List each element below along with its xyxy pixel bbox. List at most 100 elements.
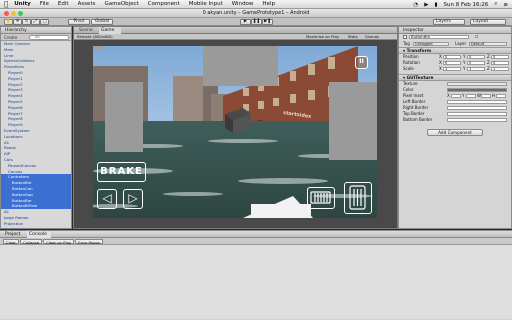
- hierarchy-item-label: ButtonCon: [12, 185, 33, 191]
- minimize-window-icon[interactable]: [11, 11, 16, 16]
- aspect-dropdown[interactable]: Remote (800x480): [77, 34, 113, 40]
- menu-file[interactable]: File: [40, 1, 49, 7]
- console-log-area[interactable]: [0, 245, 512, 319]
- hierarchy-item-label: EventSystem: [4, 127, 30, 133]
- battery-icon[interactable]: ▮: [434, 2, 437, 8]
- transform-y-field[interactable]: 0: [467, 61, 485, 66]
- static-checkbox[interactable]: ☐: [475, 34, 478, 40]
- transform-x-field[interactable]: 1: [443, 67, 461, 72]
- hierarchy-item-label: Projection: [4, 220, 24, 226]
- transform-y-field[interactable]: 0: [467, 55, 485, 60]
- menu-assets[interactable]: Assets: [78, 1, 96, 7]
- object-name-field[interactable]: ButtonBrk: [409, 34, 469, 40]
- transform-row: Scale X 1 Y 1 Z 1: [399, 66, 511, 72]
- pixel-inset-x-field[interactable]: [451, 94, 461, 99]
- wifi-icon[interactable]: ◔: [413, 2, 418, 8]
- transform-z-field[interactable]: 1: [491, 67, 509, 72]
- global-toggle[interactable]: Global: [91, 19, 113, 25]
- tab-hierarchy[interactable]: Hierarchy: [1, 27, 71, 34]
- tab-project[interactable]: Project: [3, 231, 25, 238]
- layout-dropdown[interactable]: Layout: [470, 19, 506, 25]
- transform-x-field[interactable]: 0: [443, 61, 461, 66]
- steer-left-button[interactable]: ◁: [97, 189, 117, 209]
- stats-toggle[interactable]: Stats: [348, 34, 358, 40]
- hierarchy-item-label: ButtonBlFree: [12, 203, 38, 209]
- pixel-inset-y-field[interactable]: [466, 94, 476, 99]
- scale-tool-icon[interactable]: ⤢: [31, 19, 40, 25]
- rect-tool-icon[interactable]: ▢: [40, 19, 49, 25]
- list-icon[interactable]: ≡: [503, 2, 508, 8]
- guitexture-header[interactable]: ▾ GUITexture: [399, 74, 511, 81]
- menu-help[interactable]: Help: [262, 1, 275, 7]
- maximize-on-play-toggle[interactable]: Maximize on Play: [306, 34, 339, 40]
- right-arrow-icon: ▷: [128, 191, 138, 205]
- hierarchy-item-label: Player0: [8, 69, 23, 75]
- hand-tool-icon[interactable]: ✋: [4, 19, 13, 25]
- tab-game[interactable]: Game: [99, 27, 121, 34]
- transform-header[interactable]: ▾ Transform: [399, 47, 511, 54]
- clear-button[interactable]: Clear: [3, 239, 19, 245]
- hierarchy-search[interactable]: All: [29, 35, 69, 40]
- transform-z-field[interactable]: 0: [491, 55, 509, 60]
- menu-gameobject[interactable]: GameObject: [104, 1, 138, 7]
- pixel-inset-h-field[interactable]: [496, 94, 506, 99]
- pivot-toggle[interactable]: Pivot: [68, 19, 90, 25]
- hierarchy-item-label: Player3: [8, 87, 23, 93]
- search-icon[interactable]: ⌕: [494, 1, 497, 8]
- clear-on-play-toggle[interactable]: Clear on Play: [43, 239, 75, 245]
- object-active-checkbox[interactable]: [403, 35, 407, 39]
- transform-z-field[interactable]: 0: [491, 61, 509, 66]
- create-button[interactable]: Create: [4, 35, 17, 40]
- pixel-inset-w-field[interactable]: [481, 94, 491, 99]
- zoom-window-icon[interactable]: [18, 11, 23, 16]
- gas-pedal-button[interactable]: [344, 182, 372, 214]
- hierarchy-item-label: A1: [4, 209, 10, 215]
- apple-icon[interactable]: : [4, 0, 8, 8]
- add-component-button[interactable]: Add Component: [427, 129, 483, 136]
- hierarchy-item-label: Player2: [8, 81, 23, 87]
- pause-game-button[interactable]: II: [355, 56, 368, 69]
- menu-window[interactable]: Window: [232, 1, 254, 7]
- texture-field[interactable]: [447, 82, 507, 87]
- steer-right-button[interactable]: ▷: [123, 189, 143, 209]
- transform-x-field[interactable]: 0: [443, 55, 461, 60]
- border-field[interactable]: [447, 112, 507, 117]
- border-field[interactable]: [447, 106, 507, 111]
- error-pause-toggle[interactable]: Error Pause: [75, 239, 103, 245]
- tab-scene[interactable]: Scene: [77, 27, 99, 34]
- hierarchy-list: Main Camera Main Lime SphereColliders Planet…: [1, 41, 71, 232]
- volume-icon[interactable]: ▶: [424, 2, 428, 8]
- guitexture-row: Bottom Border: [399, 117, 511, 123]
- hierarchy-item-label: Planetlans: [4, 64, 25, 70]
- menu-unity[interactable]: Unity: [14, 1, 30, 7]
- move-tool-icon[interactable]: ✛: [13, 19, 22, 25]
- close-window-icon[interactable]: [4, 11, 9, 16]
- guitexture-row-label: Left Border: [403, 99, 426, 104]
- hierarchy-item-label: Player1: [8, 75, 23, 81]
- border-field[interactable]: [447, 118, 507, 123]
- game-view-toolbar: Remote (800x480) Maximize on Play Stats …: [74, 34, 397, 40]
- layers-dropdown[interactable]: Layers: [433, 19, 465, 25]
- tag-layer-row: Tag Untagged Layer Default: [399, 41, 511, 47]
- play-icon: ▶: [243, 19, 248, 24]
- layer-dropdown[interactable]: Default: [469, 42, 507, 47]
- tab-console[interactable]: Console: [27, 231, 51, 238]
- menu-edit[interactable]: Edit: [58, 1, 69, 7]
- border-field[interactable]: [447, 100, 507, 105]
- clock[interactable]: Sun 8 Feb 16:26: [444, 2, 489, 8]
- gizmos-dropdown[interactable]: Gizmos: [365, 34, 379, 40]
- tag-dropdown[interactable]: Untagged: [413, 42, 449, 47]
- game-render[interactable]: BRAKE ◁ ▷ II startsides: [93, 46, 377, 218]
- rotate-tool-icon[interactable]: ↻: [22, 19, 31, 25]
- pause-button[interactable]: ❚❚: [251, 19, 262, 25]
- step-button[interactable]: ▶❚: [262, 19, 273, 25]
- transform-y-field[interactable]: 1: [467, 67, 485, 72]
- menu-mobile-input[interactable]: Mobile Input: [189, 1, 223, 7]
- tab-inspector[interactable]: Inspector: [399, 27, 511, 34]
- collapse-toggle[interactable]: Collapse: [19, 239, 43, 245]
- menu-component[interactable]: Component: [148, 1, 180, 7]
- play-button[interactable]: ▶: [240, 19, 251, 25]
- brake-button[interactable]: BRAKE: [97, 162, 146, 182]
- brake-pedal-button[interactable]: [307, 187, 335, 209]
- color-swatch[interactable]: [447, 88, 507, 93]
